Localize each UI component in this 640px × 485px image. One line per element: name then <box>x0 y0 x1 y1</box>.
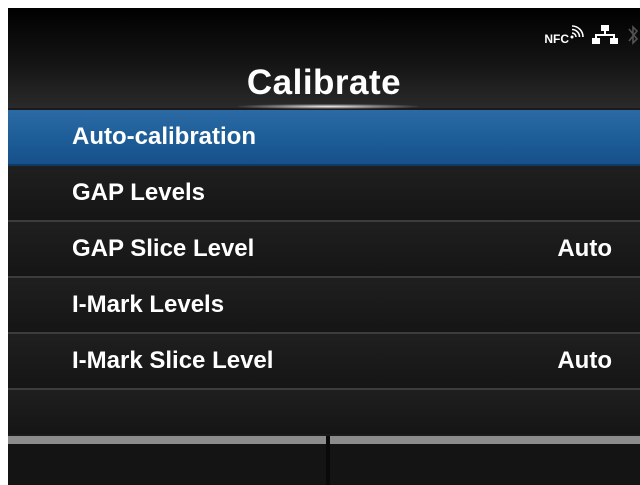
page-title: Calibrate <box>246 63 402 102</box>
empty-row <box>8 390 640 434</box>
menu-list: Auto-calibration GAP Levels GAP Slice Le… <box>8 110 640 434</box>
menu-item-value: Auto <box>557 347 612 374</box>
menu-item-i-mark-slice-level[interactable]: I-Mark Slice Level Auto <box>8 334 640 390</box>
status-icons: NFC <box>544 23 640 47</box>
bluetooth-icon <box>628 25 639 45</box>
menu-item-label: Auto-calibration <box>72 123 256 150</box>
menu-item-label: I-Mark Levels <box>72 291 225 318</box>
menu-item-label: I-Mark Slice Level <box>72 347 274 374</box>
menu-item-gap-slice-level[interactable]: GAP Slice Level Auto <box>8 222 640 278</box>
menu-item-gap-levels[interactable]: GAP Levels <box>8 166 640 222</box>
network-icon <box>592 25 618 44</box>
menu-item-label: GAP Levels <box>72 179 205 206</box>
softkey-bar <box>8 436 640 444</box>
menu-item-value: Auto <box>557 235 612 262</box>
softkey-right[interactable] <box>330 444 640 485</box>
softkey-left[interactable] <box>8 444 326 485</box>
title-underline <box>238 104 418 109</box>
menu-item-auto-calibration[interactable]: Auto-calibration <box>8 110 640 166</box>
printer-screen: NFC Calibrate Auto-calibration GAP Level… <box>8 8 640 485</box>
menu-item-label: GAP Slice Level <box>72 235 255 262</box>
nfc-icon: NFC <box>544 24 584 46</box>
header: NFC Calibrate <box>8 8 640 109</box>
menu-item-i-mark-levels[interactable]: I-Mark Levels <box>8 278 640 334</box>
